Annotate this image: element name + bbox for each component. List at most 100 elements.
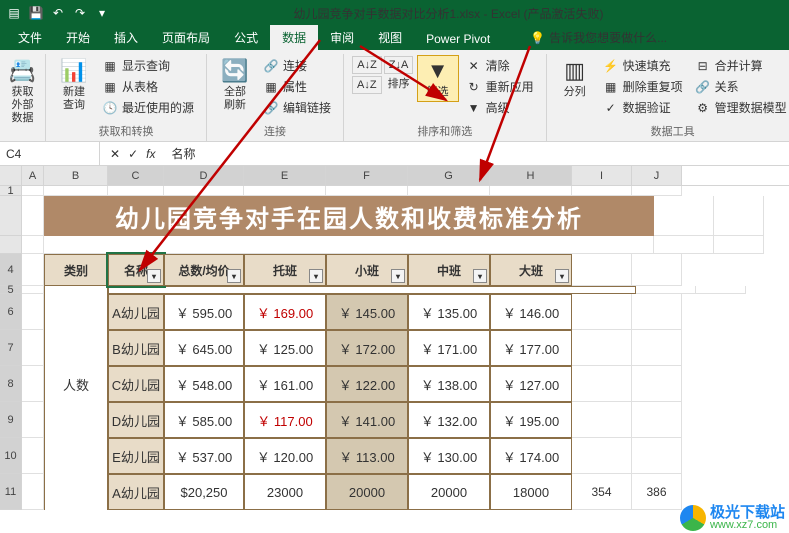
save-icon[interactable]: 💾 (26, 3, 46, 23)
header-da[interactable]: 大班▾ (490, 254, 572, 286)
col-G[interactable]: G (408, 166, 490, 185)
sort-asc2-button[interactable]: A↓Z (352, 76, 382, 94)
header-zhong[interactable]: 中班▾ (408, 254, 490, 286)
filter-button[interactable]: ▼ 筛选 (418, 56, 458, 101)
tab-view[interactable]: 视图 (366, 25, 414, 50)
filter-dropdown-icon[interactable]: ▾ (391, 269, 405, 283)
formula-input[interactable]: 名称 (165, 145, 789, 162)
xiao-cell[interactable]: ￥ 113.00 (326, 438, 408, 474)
external-data-button[interactable]: 📇 获取 外部数据 (3, 56, 43, 128)
tuo-cell[interactable]: ￥ 125.00 (244, 330, 326, 366)
new-query-button[interactable]: 📊 新建 查询 (54, 56, 94, 114)
zhong-cell[interactable]: ￥ 130.00 (408, 438, 490, 474)
xiao-cell[interactable]: 20000 (326, 474, 408, 510)
tab-review[interactable]: 审阅 (318, 25, 366, 50)
extra-i[interactable] (572, 366, 632, 402)
name-cell[interactable]: B幼儿园 (108, 330, 164, 366)
row-6[interactable]: 6 (0, 294, 22, 330)
edit-links-button[interactable]: 🔗编辑链接 (259, 98, 335, 117)
row-10[interactable]: 10 (0, 438, 22, 474)
zhong-cell[interactable]: ￥ 132.00 (408, 402, 490, 438)
tuo-cell[interactable]: ￥ 169.00 (244, 294, 326, 330)
col-I[interactable]: I (572, 166, 632, 185)
da-cell[interactable]: ￥ 174.00 (490, 438, 572, 474)
tuo-cell[interactable]: ￥ 161.00 (244, 366, 326, 402)
name-cell[interactable]: A幼儿园 (108, 474, 164, 510)
cancel-icon[interactable]: ✕ (110, 147, 120, 161)
col-J[interactable]: J (632, 166, 682, 185)
da-cell[interactable]: 18000 (490, 474, 572, 510)
refresh-all-button[interactable]: 🔄 全部刷新 (215, 56, 255, 114)
tab-insert[interactable]: 插入 (102, 25, 150, 50)
filter-dropdown-icon[interactable]: ▾ (309, 269, 323, 283)
recent-sources-button[interactable]: 🕓最近使用的源 (98, 98, 198, 117)
row-5[interactable]: 5 (0, 286, 22, 294)
clear-button[interactable]: ✕清除 (462, 56, 538, 75)
col-E[interactable]: E (244, 166, 326, 185)
reapply-button[interactable]: ↻重新应用 (462, 77, 538, 96)
remove-dup-button[interactable]: ▦删除重复项 (599, 77, 687, 96)
tab-formula[interactable]: 公式 (222, 25, 270, 50)
select-all-corner[interactable] (0, 166, 22, 185)
zhong-cell[interactable]: ￥ 138.00 (408, 366, 490, 402)
connections-button[interactable]: 🔗连接 (259, 56, 335, 75)
col-B[interactable]: B (44, 166, 108, 185)
validation-button[interactable]: ✓数据验证 (599, 98, 687, 117)
header-xiao[interactable]: 小班▾ (326, 254, 408, 286)
col-A[interactable]: A (22, 166, 44, 185)
tuo-cell[interactable]: ￥ 120.00 (244, 438, 326, 474)
tab-layout[interactable]: 页面布局 (150, 25, 222, 50)
da-cell[interactable]: ￥ 177.00 (490, 330, 572, 366)
total-cell[interactable]: $20,250 (164, 474, 244, 510)
extra-i[interactable] (572, 438, 632, 474)
col-C[interactable]: C (108, 166, 164, 185)
tuo-cell[interactable]: 23000 (244, 474, 326, 510)
sort-asc-button[interactable]: A↓Z (352, 56, 382, 74)
xiao-cell[interactable]: ￥ 141.00 (326, 402, 408, 438)
extra-i[interactable] (572, 330, 632, 366)
total-cell[interactable]: ￥ 645.00 (164, 330, 244, 366)
total-cell[interactable]: ￥ 595.00 (164, 294, 244, 330)
tab-home[interactable]: 开始 (54, 25, 102, 50)
extra-j[interactable] (632, 402, 682, 438)
from-table-button[interactable]: ▦从表格 (98, 77, 198, 96)
da-cell[interactable]: ￥ 195.00 (490, 402, 572, 438)
extra-j[interactable]: 386 (632, 474, 682, 510)
advanced-button[interactable]: ▼高级 (462, 98, 538, 117)
tab-data[interactable]: 数据 (270, 25, 318, 50)
row-1[interactable]: 1 (0, 186, 22, 196)
col-H[interactable]: H (490, 166, 572, 185)
extra-j[interactable] (632, 330, 682, 366)
xiao-cell[interactable]: ￥ 172.00 (326, 330, 408, 366)
xiao-cell[interactable]: ￥ 145.00 (326, 294, 408, 330)
name-cell[interactable]: A幼儿园 (108, 294, 164, 330)
da-cell[interactable]: ￥ 127.00 (490, 366, 572, 402)
tuo-cell[interactable]: ￥ 117.00 (244, 402, 326, 438)
zhong-cell[interactable]: 20000 (408, 474, 490, 510)
row-2[interactable] (0, 196, 22, 236)
extra-j[interactable] (632, 438, 682, 474)
sort-desc-button[interactable]: Z↓A (384, 56, 414, 74)
extra-j[interactable] (632, 366, 682, 402)
name-cell[interactable]: D幼儿园 (108, 402, 164, 438)
tab-file[interactable]: 文件 (6, 25, 54, 50)
enter-icon[interactable]: ✓ (128, 147, 138, 161)
qat-more-icon[interactable]: ▾ (92, 3, 112, 23)
da-cell[interactable]: ￥ 146.00 (490, 294, 572, 330)
relations-button[interactable]: 🔗关系 (691, 77, 789, 96)
filter-dropdown-icon[interactable]: ▾ (227, 269, 241, 283)
properties-button[interactable]: ▦属性 (259, 77, 335, 96)
extra-i[interactable]: 354 (572, 474, 632, 510)
data-model-button[interactable]: ⚙管理数据模型 (691, 98, 789, 117)
filter-dropdown-icon[interactable]: ▾ (147, 269, 161, 283)
row-7[interactable]: 7 (0, 330, 22, 366)
xiao-cell[interactable]: ￥ 122.00 (326, 366, 408, 402)
total-cell[interactable]: ￥ 537.00 (164, 438, 244, 474)
row-3[interactable] (0, 236, 22, 254)
undo-icon[interactable]: ↶ (48, 3, 68, 23)
name-cell[interactable]: C幼儿园 (108, 366, 164, 402)
header-total[interactable]: 总数/均价▾ (164, 254, 244, 286)
extra-i[interactable] (572, 402, 632, 438)
zhong-cell[interactable]: ￥ 135.00 (408, 294, 490, 330)
row-4[interactable]: 4 (0, 254, 22, 286)
